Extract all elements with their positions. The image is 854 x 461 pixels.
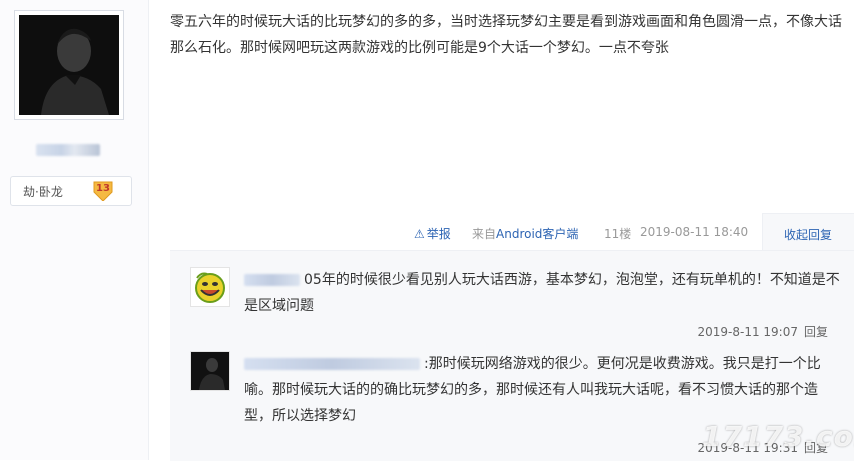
site-watermark: 17173.com — [702, 420, 854, 453]
report-link[interactable]: ⚠ 举报 — [414, 225, 451, 242]
badge-name: 劫·卧龙 — [23, 185, 63, 199]
author-photo — [19, 15, 119, 115]
collapse-replies-tab[interactable]: 收起回复 — [762, 213, 854, 251]
reply-username-blurred[interactable] — [244, 358, 420, 370]
reply-button[interactable]: 回复 — [804, 325, 828, 339]
smiley-face-icon — [195, 272, 225, 303]
reply-text: :那时候玩网络游戏的很少。更何况是收费游戏。我只是打一个比喻。那时候玩大话的的确… — [244, 351, 840, 429]
source-prefix: 来自 — [472, 227, 497, 241]
reply-avatar[interactable] — [190, 351, 230, 391]
reply-meta: 2019-8-11 19:07 回复 — [697, 323, 828, 340]
post-meta: ⚠ 举报 来自Android客户端 11楼 2019-08-11 18:40 收起… — [0, 213, 854, 251]
report-label: 举报 — [426, 227, 451, 241]
floor-number: 11楼 — [604, 227, 632, 241]
reply-text: 05年的时候很少看见别人玩大话西游，基本梦幻，泡泡堂，还有玩单机的！不知道是不是… — [244, 267, 840, 319]
reply-username-blurred[interactable] — [244, 274, 300, 286]
level-badge-icon: 13 — [91, 179, 115, 202]
collapse-replies-button[interactable]: 收起回复 — [784, 226, 832, 243]
author-badge[interactable]: 劫·卧龙 13 — [10, 176, 132, 206]
author-username-blurred[interactable] — [36, 144, 100, 156]
reply-avatar[interactable] — [190, 267, 230, 307]
author-avatar[interactable] — [14, 10, 124, 120]
user-photo-icon — [191, 352, 229, 390]
reply-time: 2019-8-11 19:07 — [697, 325, 798, 339]
post-time: 2019-08-11 18:40 — [640, 225, 749, 239]
reply-content: 05年的时候很少看见别人玩大话西游，基本梦幻，泡泡堂，还有玩单机的！不知道是不是… — [244, 272, 840, 314]
warning-triangle-icon: ⚠ — [414, 227, 425, 241]
post-body: 零五六年的时候玩大话的比玩梦幻的多的多，当时选择玩梦幻主要是看到游戏画面和角色圆… — [170, 14, 842, 56]
badge-level-number: 13 — [96, 183, 110, 194]
reply-item: 05年的时候很少看见别人玩大话西游，基本梦幻，泡泡堂，还有玩单机的！不知道是不是… — [190, 267, 840, 347]
source-client-link[interactable]: Android客户端 — [496, 227, 578, 241]
post-source: 来自Android客户端 — [472, 225, 578, 242]
